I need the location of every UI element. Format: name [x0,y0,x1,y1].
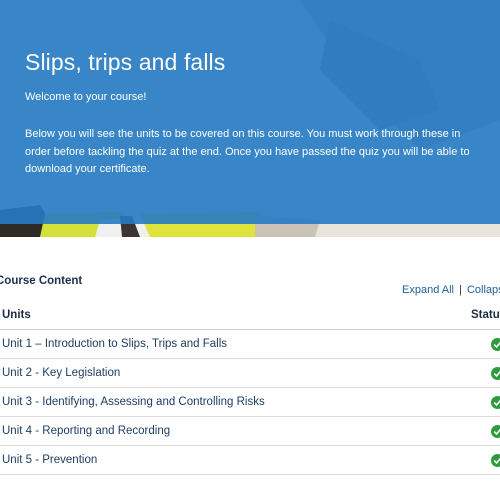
course-title: Slips, trips and falls [25,49,226,75]
unit-link-4[interactable]: Unit 4 - Reporting and Recording [2,425,170,437]
check-circle-icon [491,396,500,409]
check-circle-icon [491,425,500,438]
unit-link-5[interactable]: Unit 5 - Prevention [2,454,97,466]
welcome-message: Welcome to your course! [25,91,147,103]
course-intro-text: Below you will see the units to be cover… [25,128,470,175]
check-circle-icon [491,338,500,351]
unit-row-5[interactable]: Unit 5 - Prevention [0,446,500,475]
expand-all-link[interactable]: Expand All [402,284,454,296]
check-circle-icon [491,454,500,467]
unit-link-3[interactable]: Unit 3 - Identifying, Assessing and Cont… [2,396,265,408]
units-table: Units Status Unit 1 – Introduction to Sl… [0,301,500,475]
units-column-header: Units [2,309,31,321]
link-separator: | [459,284,462,296]
unit-row-1[interactable]: Unit 1 – Introduction to Slips, Trips an… [0,330,500,359]
status-column-header: Status [471,309,500,321]
course-hero-banner: Slips, trips and falls Welcome to your c… [0,0,500,237]
unit-row-2[interactable]: Unit 2 - Key Legislation [0,359,500,388]
units-table-header: Units Status [0,301,500,330]
unit-link-2[interactable]: Unit 2 - Key Legislation [2,367,120,379]
collapse-all-link[interactable]: Collapse All [467,284,500,296]
unit-row-3[interactable]: Unit 3 - Identifying, Assessing and Cont… [0,388,500,417]
course-content-heading: Course Content [0,275,83,287]
expand-collapse-controls: Expand All | Collapse All [402,284,500,296]
unit-row-4[interactable]: Unit 4 - Reporting and Recording [0,417,500,446]
check-circle-icon [491,367,500,380]
hero-blue-overlay [0,0,500,224]
unit-link-1[interactable]: Unit 1 – Introduction to Slips, Trips an… [2,338,227,350]
